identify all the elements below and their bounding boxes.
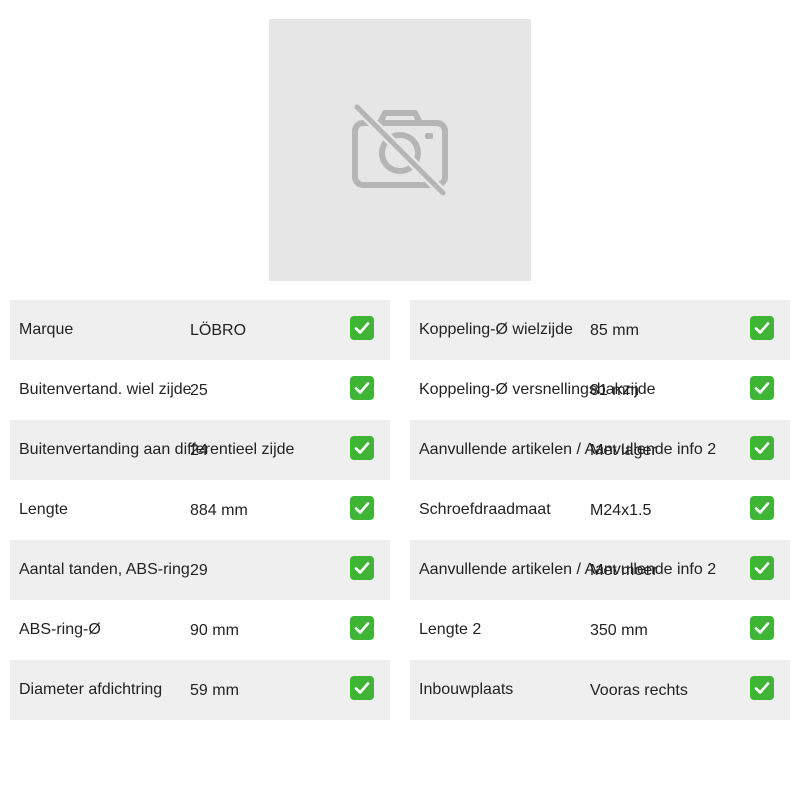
check-icon (350, 436, 374, 460)
spec-table-left: Marque LÖBRO Buitenvertand. wiel zijde 2… (10, 300, 390, 720)
spec-value: Met lager (590, 442, 657, 459)
spec-value: Vooras rechts (590, 682, 688, 699)
spec-row: Aanvullende artikelen / Aanvullende info… (410, 540, 790, 600)
check-icon (350, 376, 374, 400)
check-icon (750, 316, 774, 340)
spec-label: Schroefdraadmaat (419, 501, 551, 518)
spec-table-right: Koppeling-Ø wielzijde 85 mm Koppeling-Ø … (410, 300, 790, 720)
spec-value: 25 (190, 382, 208, 399)
spec-row: Buitenvertand. wiel zijde 25 (10, 360, 390, 420)
check-icon (350, 616, 374, 640)
spec-value: 81 mm (590, 382, 639, 399)
spec-value: 29 (190, 562, 208, 579)
spec-row: Aantal tanden, ABS-ring 29 (10, 540, 390, 600)
spec-value: LÖBRO (190, 322, 247, 339)
spec-value: 85 mm (590, 322, 639, 339)
check-icon (750, 436, 774, 460)
check-icon (350, 316, 374, 340)
spec-value: 90 mm (190, 622, 239, 639)
check-icon (750, 676, 774, 700)
spec-value: 59 mm (190, 682, 239, 699)
spec-value: Met moer (590, 562, 658, 579)
spec-label: Buitenvertanding aan differentieel zijde (19, 441, 295, 458)
check-icon (350, 556, 374, 580)
check-icon (750, 496, 774, 520)
no-photo-icon (352, 103, 448, 197)
spec-label: Marque (19, 321, 74, 338)
spec-label: Aanvullende artikelen / Aanvullende info… (419, 561, 717, 578)
spec-row: Diameter afdichtring 59 mm (10, 660, 390, 720)
spec-label: Buitenvertand. wiel zijde (19, 381, 192, 398)
spec-row: Buitenvertanding aan differentieel zijde… (10, 420, 390, 480)
spec-label: Aanvullende artikelen / Aanvullende info… (419, 441, 717, 458)
spec-row: Aanvullende artikelen / Aanvullende info… (410, 420, 790, 480)
spec-label: Lengte (19, 501, 68, 518)
spec-value: 884 mm (190, 502, 248, 519)
check-icon (350, 496, 374, 520)
spec-label: Inbouwplaats (419, 681, 514, 698)
spec-value: 24 (190, 442, 208, 459)
spec-label: ABS-ring-Ø (19, 621, 101, 638)
spec-row: Marque LÖBRO (10, 300, 390, 360)
check-icon (750, 376, 774, 400)
spec-row: Lengte 2 350 mm (410, 600, 790, 660)
spec-value: 350 mm (590, 622, 648, 639)
spec-label: Diameter afdichtring (19, 681, 163, 698)
spec-row: ABS-ring-Ø 90 mm (10, 600, 390, 660)
product-image-placeholder (269, 19, 531, 281)
spec-row: Koppeling-Ø versnellingsbakzijde 81 mm (410, 360, 790, 420)
product-spec-page: Marque LÖBRO Buitenvertand. wiel zijde 2… (0, 0, 800, 800)
spec-label: Lengte 2 (419, 621, 482, 638)
check-icon (750, 616, 774, 640)
spec-row: Inbouwplaats Vooras rechts (410, 660, 790, 720)
spec-row: Schroefdraadmaat M24x1.5 (410, 480, 790, 540)
spec-row: Koppeling-Ø wielzijde 85 mm (410, 300, 790, 360)
check-icon (350, 676, 374, 700)
spec-label: Koppeling-Ø wielzijde (419, 321, 573, 338)
spec-row: Lengte 884 mm (10, 480, 390, 540)
spec-value: M24x1.5 (590, 502, 652, 519)
spec-label: Aantal tanden, ABS-ring (19, 561, 190, 578)
check-icon (750, 556, 774, 580)
